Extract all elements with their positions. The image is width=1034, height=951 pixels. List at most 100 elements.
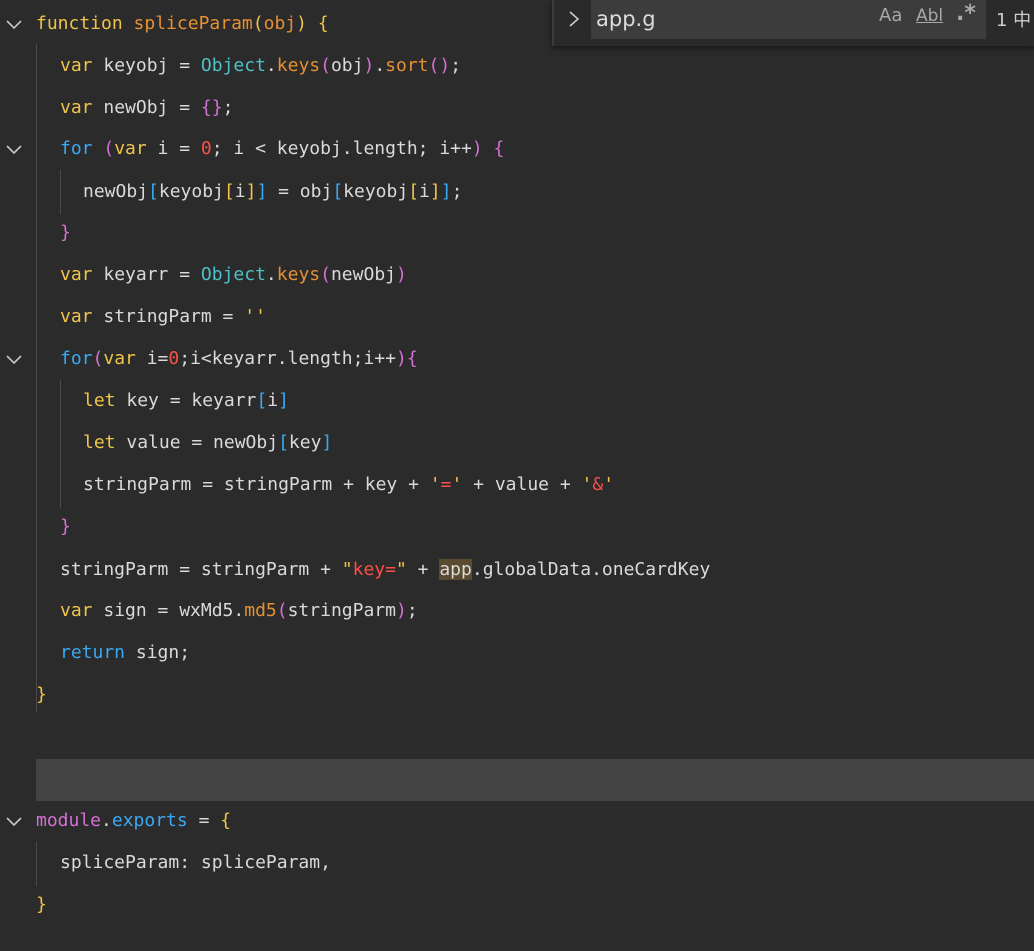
code-token: ) <box>396 264 407 285</box>
code-token: spliceParam: spliceParam, <box>60 852 331 873</box>
code-token: ( <box>103 138 115 159</box>
code-line[interactable]: return sign; <box>0 632 1034 674</box>
code-token: ] <box>429 181 441 202</box>
code-token: i <box>419 181 430 202</box>
code-line[interactable]: let value = newObj[key] <box>0 422 1034 464</box>
code-line[interactable]: stringParm = stringParm + "key=" + app.g… <box>0 549 1034 591</box>
code-token: } <box>60 222 71 243</box>
code-text: module.exports = { <box>36 800 231 842</box>
code-text: let key = keyarr[i] <box>83 380 289 422</box>
code-token: " <box>395 559 407 580</box>
code-token: " <box>341 559 353 580</box>
code-token: i = <box>146 138 201 159</box>
code-token: let <box>83 390 116 411</box>
code-line[interactable]: } <box>0 212 1034 254</box>
code-token: ] <box>256 181 268 202</box>
code-editor[interactable]: function spliceParam(obj) {var keyobj = … <box>0 0 1034 951</box>
fold-chevron-icon[interactable] <box>4 338 24 380</box>
code-line[interactable]: let key = keyarr[i] <box>0 380 1034 422</box>
code-token: [ <box>332 181 344 202</box>
code-token: i= <box>135 348 169 369</box>
code-text: } <box>60 212 71 254</box>
code-token: stringParm = <box>92 306 245 327</box>
code-line[interactable]: var stringParm = '' <box>0 296 1034 338</box>
code-text: spliceParam: spliceParam, <box>60 842 331 884</box>
code-text: stringParm = stringParm + key + '=' + va… <box>83 464 614 506</box>
fold-chevron-icon[interactable] <box>4 800 24 842</box>
code-line[interactable]: var keyobj = Object.keys(obj).sort(); <box>0 45 1034 87</box>
code-text: var newObj = {}; <box>60 87 233 129</box>
code-token: = <box>187 810 221 831</box>
code-line[interactable] <box>0 716 1034 758</box>
code-token: i <box>267 390 279 411</box>
code-token: ( <box>320 264 331 285</box>
code-line[interactable]: newObj[keyobj[i]] = obj[keyobj[i]]; <box>0 171 1034 213</box>
find-match-highlight: app <box>439 559 472 580</box>
code-token: ] <box>278 390 289 411</box>
code-token: function <box>36 13 123 34</box>
code-token: [ <box>223 181 235 202</box>
code-token: sign = wxMd5. <box>92 600 245 621</box>
code-token: var <box>60 55 93 76</box>
code-line[interactable]: var sign = wxMd5.md5(stringParm); <box>0 590 1034 632</box>
code-token: { <box>220 810 232 831</box>
code-token: Object <box>200 264 266 285</box>
code-line[interactable]: } <box>0 506 1034 548</box>
whole-word-toggle[interactable]: Abl <box>916 4 943 28</box>
find-widget: app.g Aa Abl .* 1 中 <box>552 0 1034 46</box>
code-text: } <box>36 884 47 926</box>
code-token: . <box>591 559 602 580</box>
code-line[interactable]: stringParm = stringParm + key + '=' + va… <box>0 464 1034 506</box>
code-token: globalData <box>482 559 592 580</box>
code-token: keyobj <box>158 181 224 202</box>
code-token: ( <box>92 348 104 369</box>
code-token: for <box>60 348 93 369</box>
find-result-count: 1 中 <box>996 10 1032 31</box>
code-token: ) <box>395 348 407 369</box>
code-token: newObj <box>330 264 396 285</box>
code-token: newObj <box>83 181 149 202</box>
code-line[interactable]: var newObj = {}; <box>0 87 1034 129</box>
toggle-replace-chevron-icon[interactable] <box>564 9 584 29</box>
code-token: var <box>60 264 93 285</box>
code-line[interactable] <box>0 758 1034 800</box>
code-token: . <box>265 55 277 76</box>
code-token: key = keyarr <box>115 390 257 411</box>
code-token: sign; <box>125 642 191 663</box>
code-token: ) <box>363 55 375 76</box>
fold-chevron-icon[interactable] <box>4 128 24 170</box>
code-text: var keyarr = Object.keys(newObj) <box>60 254 407 296</box>
code-token: ) <box>395 600 407 621</box>
code-token: { <box>406 348 418 369</box>
code-token: for <box>60 138 93 159</box>
code-token: . <box>101 810 112 831</box>
code-token: . <box>265 264 277 285</box>
code-line[interactable]: var keyarr = Object.keys(newObj) <box>0 254 1034 296</box>
code-token: () <box>428 55 451 76</box>
code-token: ] <box>440 181 452 202</box>
code-line[interactable]: module.exports = { <box>0 800 1034 842</box>
code-line[interactable]: } <box>0 674 1034 716</box>
code-line[interactable]: for (var i = 0; i < keyobj.length; i++) … <box>0 128 1034 170</box>
code-line[interactable]: for(var i=0;i<keyarr.length;i++){ <box>0 338 1034 380</box>
fold-chevron-icon[interactable] <box>4 3 24 45</box>
code-token: newObj = <box>92 97 201 118</box>
code-token: . <box>374 55 386 76</box>
code-line[interactable]: spliceParam: spliceParam, <box>0 842 1034 884</box>
code-token: obj <box>263 13 297 34</box>
match-case-toggle[interactable]: Aa <box>879 4 902 28</box>
code-token: [ <box>278 432 289 453</box>
code-token: return <box>60 642 126 663</box>
code-token: stringParm = stringParm + key + <box>83 474 430 495</box>
regex-toggle[interactable]: .* <box>956 2 976 26</box>
code-token: stringParm = stringParm + <box>60 559 342 580</box>
code-text: var keyobj = Object.keys(obj).sort(); <box>60 45 461 87</box>
code-line[interactable]: } <box>0 884 1034 926</box>
code-token: key <box>288 432 322 453</box>
code-token: { <box>493 138 505 159</box>
code-token: sort <box>385 55 429 76</box>
code-token: '' <box>244 306 266 327</box>
